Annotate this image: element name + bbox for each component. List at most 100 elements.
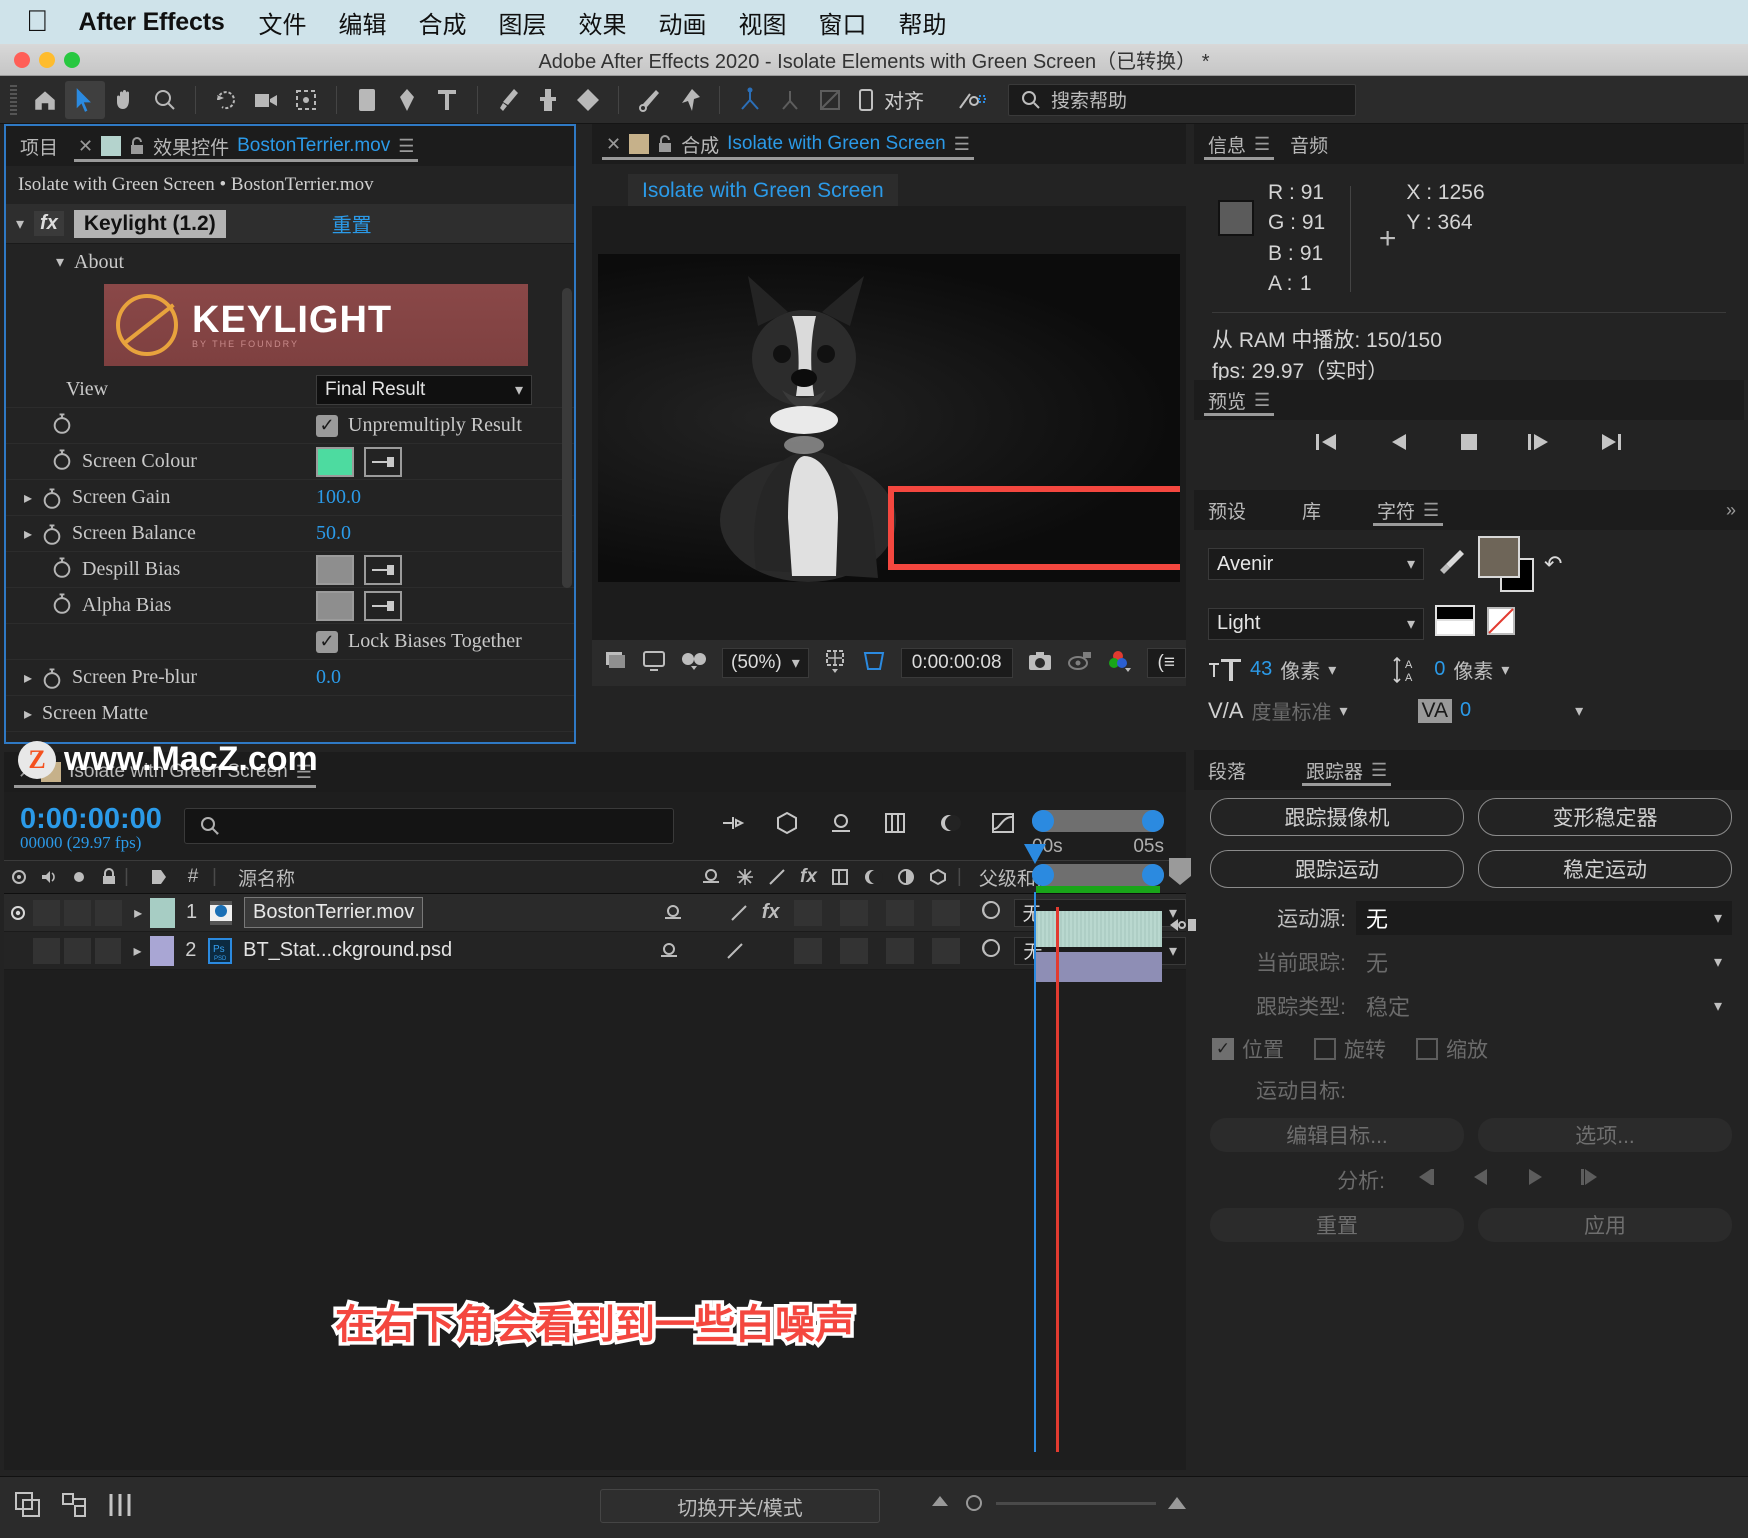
menu-app-name[interactable]: After Effects <box>79 8 225 37</box>
layer-2-label-color[interactable] <box>149 935 175 966</box>
menu-item-view[interactable]: 视图 <box>739 5 787 40</box>
pen-tool-icon[interactable] <box>387 81 427 119</box>
mesh-icon[interactable] <box>810 81 850 119</box>
layer-1-visibility-toggle[interactable] <box>4 904 33 922</box>
frame-blending-icon[interactable] <box>882 811 908 840</box>
menu-item-effect[interactable]: 效果 <box>579 5 627 40</box>
kerning-control[interactable]: V/A 度量标准 ▾ <box>1208 696 1348 725</box>
black-white-swatch-icon[interactable] <box>1434 604 1476 643</box>
despill-bias-eyedropper[interactable] <box>364 554 402 585</box>
zoom-level-select[interactable]: (50%) ▾ <box>722 648 809 678</box>
puppet-pin-tool-icon[interactable] <box>669 81 709 119</box>
layer-1-name[interactable]: BostonTerrier.mov <box>244 897 424 929</box>
alpha-bias-eyedropper[interactable] <box>364 590 402 621</box>
rotation-checkbox-group[interactable]: 旋转 <box>1314 1034 1386 1064</box>
rotation-checkbox[interactable] <box>1314 1038 1336 1060</box>
close-icon-comp[interactable]: ✕ <box>606 134 621 155</box>
stopwatch-icon-alpha[interactable] <box>52 592 72 614</box>
layer-1-switch-b[interactable] <box>839 899 868 926</box>
despill-bias-swatch[interactable] <box>316 554 354 585</box>
panel-menu-icon-comp[interactable]: ☰ <box>954 134 970 155</box>
panel-menu-icon[interactable]: ☰ <box>398 136 414 157</box>
swap-colors-icon[interactable]: ↶ <box>1544 551 1562 577</box>
resolution-select[interactable]: (≡ <box>1146 648 1186 678</box>
param-row-despill-bias[interactable]: Despill Bias <box>6 552 574 588</box>
align-vertices-icon[interactable] <box>730 81 770 119</box>
current-time-display[interactable]: 0:00:00:00 00000 (29.97 fps) <box>20 804 162 852</box>
lock-biases-checkbox[interactable]: ✓ <box>316 630 338 653</box>
menu-item-layer[interactable]: 图层 <box>499 5 547 40</box>
pan-behind-tool-icon[interactable] <box>286 81 326 119</box>
no-fill-icon[interactable] <box>1486 606 1516 641</box>
layer-1-label-color[interactable] <box>150 897 176 928</box>
tab-project[interactable]: 项目 <box>16 126 62 166</box>
layer-2-expand-icon[interactable]: ▸ <box>133 941 141 961</box>
monitor-icon[interactable] <box>642 650 666 677</box>
hide-shy-layers-icon[interactable] <box>828 811 854 840</box>
screen-balance-value[interactable]: 50.0 <box>316 522 351 545</box>
chevron-down-icon-about[interactable]: ▾ <box>56 252 64 272</box>
channel-rgb-icon[interactable] <box>1107 649 1133 678</box>
layer-1-lock-toggle[interactable] <box>95 899 123 926</box>
maximize-window-button[interactable] <box>64 52 80 68</box>
brush-tool-icon[interactable] <box>488 81 528 119</box>
motion-source-select[interactable]: 无 ▾ <box>1356 901 1732 935</box>
layer-1-expand-icon[interactable]: ▸ <box>134 903 142 923</box>
tab-tracker[interactable]: 跟踪器 ☰ <box>1302 750 1392 790</box>
position-checkbox[interactable]: ✓ <box>1212 1038 1234 1060</box>
selection-tool-icon[interactable] <box>65 80 105 119</box>
layer-1-clip-bar[interactable] <box>1034 911 1162 947</box>
chevron-down-icon-leading[interactable]: ▾ <box>1501 660 1509 680</box>
menu-item-animation[interactable]: 动画 <box>659 5 707 40</box>
font-family-select[interactable]: Avenir ▾ <box>1208 548 1424 580</box>
alpha-bias-swatch[interactable] <box>316 590 354 621</box>
tab-composition[interactable]: ✕ 合成 Isolate with Green Screen ☰ <box>602 124 974 164</box>
chevron-right-icon-preblur[interactable]: ▸ <box>24 668 32 688</box>
screen-colour-eyedropper[interactable] <box>364 446 402 477</box>
param-row-screen-matte[interactable]: ▸ Screen Matte <box>6 696 574 732</box>
param-row-lock-biases[interactable]: ✓ Lock Biases Together <box>6 624 574 660</box>
reset-button[interactable]: 重置 <box>332 209 372 238</box>
param-row-alpha-bias[interactable]: Alpha Bias <box>6 588 574 624</box>
draft-3d-icon[interactable] <box>774 810 800 841</box>
toggle-switches-modes-button[interactable]: 切换开关/模式 <box>600 1489 880 1523</box>
table-row[interactable]: ▸ 1 BostonTerrier.mov fx 无 ▾ <box>4 894 1187 933</box>
camera-tool-icon[interactable] <box>246 81 286 119</box>
tracking-control[interactable]: VA 0 ▾ <box>1417 698 1583 723</box>
play-button[interactable] <box>1524 430 1554 459</box>
layer-2-switch-d[interactable] <box>932 937 961 964</box>
track-camera-button[interactable]: 跟踪摄像机 <box>1210 798 1464 836</box>
param-row-screen-balance[interactable]: ▸ Screen Balance 50.0 <box>6 516 574 552</box>
tab-info[interactable]: 信息 ☰ <box>1204 124 1275 164</box>
close-icon[interactable]: ✕ <box>78 136 93 157</box>
first-frame-button[interactable] <box>1312 430 1342 459</box>
motion-blur-icon[interactable] <box>936 811 962 840</box>
layer-switches-icon[interactable] <box>106 1491 134 1524</box>
warp-stabilizer-button[interactable]: 变形稳定器 <box>1478 798 1732 836</box>
param-row-screen-gain[interactable]: ▸ Screen Gain 100.0 <box>6 480 574 516</box>
scale-checkbox-group[interactable]: 缩放 <box>1416 1034 1488 1064</box>
stopwatch-icon-despill[interactable] <box>52 556 72 578</box>
table-row[interactable]: ▸ 2 Ps PSD BT_Stat...ckground.psd 无 ▾ <box>4 932 1187 971</box>
param-row-screen-preblur[interactable]: ▸ Screen Pre-blur 0.0 <box>6 660 574 696</box>
viewer-timecode[interactable]: 0:00:00:08 <box>900 648 1013 678</box>
panel-menu-icon-info[interactable]: ☰ <box>1254 134 1270 155</box>
layer-1-quality-icon[interactable] <box>730 904 748 922</box>
last-frame-button[interactable] <box>1596 430 1626 459</box>
zoom-slider-handle[interactable] <box>962 1491 986 1515</box>
scale-checkbox[interactable] <box>1416 1038 1438 1060</box>
clone-stamp-tool-icon[interactable] <box>528 81 568 119</box>
playhead[interactable] <box>1034 892 1036 1452</box>
apple-logo-icon[interactable]:  <box>26 7 49 37</box>
layer-1-source[interactable]: BostonTerrier.mov <box>208 897 662 929</box>
stopwatch-icon-preblur[interactable] <box>42 667 62 689</box>
lock-icon-comp[interactable] <box>657 134 673 154</box>
layer-1-audio-toggle[interactable] <box>32 899 60 926</box>
stop-button[interactable] <box>1456 430 1482 459</box>
layer-1-parent-pickwhip[interactable] <box>980 899 1002 927</box>
layer-1-switch-c[interactable] <box>885 899 914 926</box>
param-row-unpremultiply[interactable]: ✓ Unpremultiply Result <box>6 408 574 444</box>
menu-item-help[interactable]: 帮助 <box>899 5 947 40</box>
layer-2-quality-icon[interactable] <box>726 942 744 960</box>
effect-header-keylight[interactable]: ▾ fx Keylight (1.2) 重置 <box>6 204 574 244</box>
